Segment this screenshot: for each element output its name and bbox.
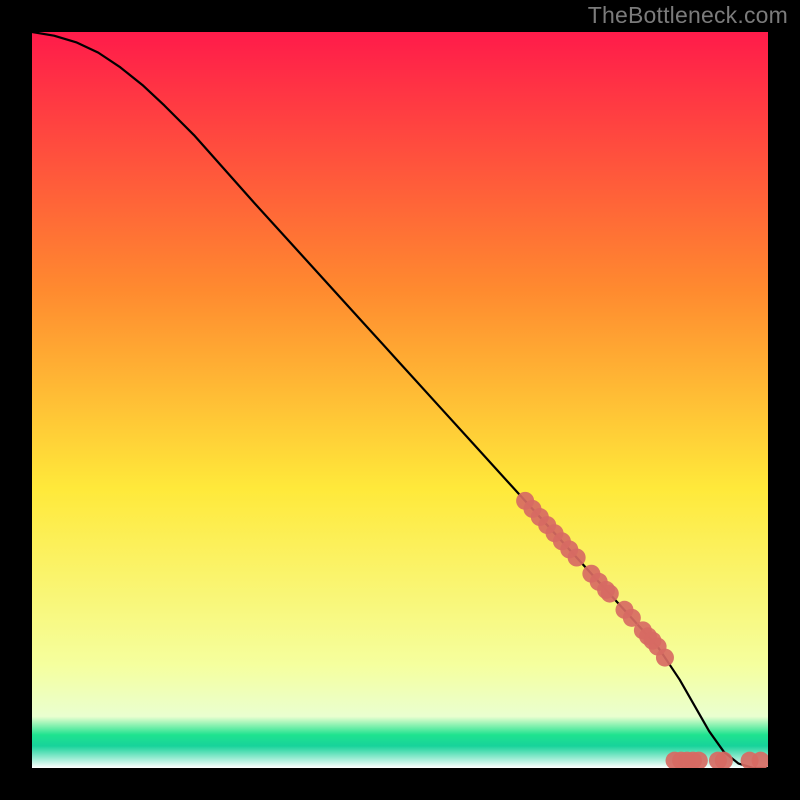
plot-area [32,32,768,768]
data-point [601,585,619,603]
chart-svg [32,32,768,768]
chart-frame: TheBottleneck.com [0,0,800,800]
data-point [656,649,674,667]
watermark-text: TheBottleneck.com [588,2,788,29]
data-point [568,549,586,567]
